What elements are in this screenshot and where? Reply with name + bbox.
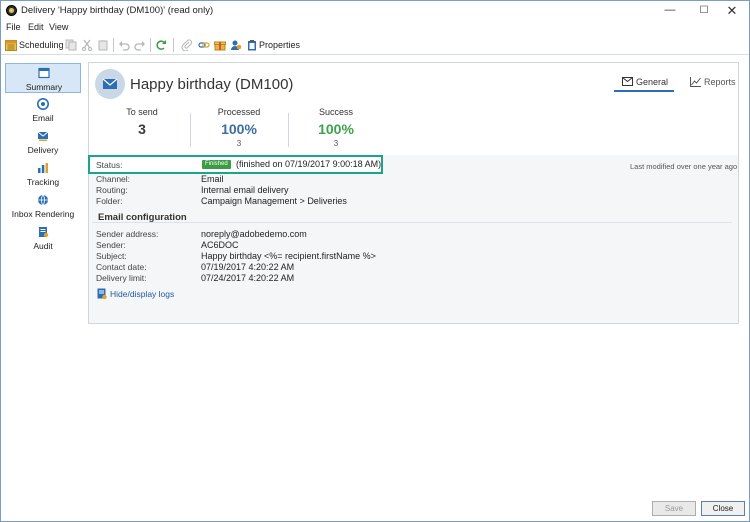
sender-address-value: noreply@adobedemo.com: [201, 229, 307, 239]
paste-icon[interactable]: [97, 39, 109, 51]
stat-label: Processed: [217, 107, 261, 117]
stat-processed: Processed 100% 3: [189, 107, 289, 148]
routing-value: Internal email delivery: [201, 185, 289, 195]
sidebar-item-email[interactable]: Email: [5, 95, 81, 125]
tab-label: Reports: [704, 77, 736, 87]
line-chart-icon: [690, 77, 701, 87]
stat-value: 100%: [318, 121, 354, 137]
sidebar-item-label: Tracking: [26, 177, 60, 187]
stat-value: 3: [138, 121, 146, 137]
menu-view[interactable]: View: [49, 22, 68, 32]
delivery-window: Delivery 'Happy birthday (DM100)' (read …: [0, 0, 750, 522]
status-row: Status: Finished (finished on 07/19/2017…: [88, 155, 383, 174]
app-logo-icon: [6, 5, 17, 16]
stat-success: Success 100% 3: [286, 107, 386, 148]
sender-value: AC6DOC: [201, 240, 239, 250]
undo-icon[interactable]: [118, 39, 130, 51]
routing-label: Routing:: [96, 185, 128, 195]
contact-date-value: 07/19/2017 4:20:22 AM: [201, 262, 295, 272]
toolbar-separator: [113, 38, 114, 52]
stat-count: 3: [333, 139, 339, 148]
envelope-icon: [102, 78, 118, 89]
contact-date-label: Contact date:: [96, 262, 147, 272]
summary-header: Happy birthday (DM100) General Reports T…: [89, 63, 738, 155]
status-badge: Finished: [202, 160, 231, 169]
log-icon: [97, 288, 107, 300]
channel-value: Email: [201, 174, 224, 184]
refresh-icon[interactable]: [155, 39, 167, 51]
cut-icon[interactable]: [81, 39, 93, 51]
sidebar-item-label: Email: [32, 113, 54, 123]
section-divider: [92, 222, 732, 223]
calendar-icon[interactable]: [5, 39, 17, 51]
toolbar: Scheduling Properties: [1, 35, 749, 55]
title-bar: Delivery 'Happy birthday (DM100)' (read …: [1, 1, 749, 20]
last-modified: Last modified over one year ago: [630, 162, 738, 171]
menu-file[interactable]: File: [6, 22, 21, 32]
user-settings-icon[interactable]: [230, 39, 242, 51]
window-title: Delivery 'Happy birthday (DM100)' (read …: [21, 5, 214, 16]
sidebar-item-label: Summary: [25, 82, 63, 92]
delivery-limit-label: Delivery limit:: [96, 273, 147, 283]
channel-label: Channel:: [96, 174, 131, 184]
save-button[interactable]: Save: [652, 501, 696, 516]
sidebar: Summary Email Delivery Tracking Inbox Re…: [3, 59, 83, 251]
copy-icon[interactable]: [65, 39, 77, 51]
close-window-button[interactable]: ✕: [715, 1, 749, 20]
sidebar-item-tracking[interactable]: Tracking: [5, 159, 81, 189]
sidebar-item-label: Delivery: [27, 145, 59, 155]
logs-link-label: Hide/display logs: [110, 289, 175, 299]
subject-value: Happy birthday <%= recipient.firstName %…: [201, 251, 376, 261]
tab-label: General: [636, 77, 669, 87]
gift-icon[interactable]: [214, 39, 226, 51]
delivery-avatar: [95, 69, 125, 99]
sidebar-item-label: Audit: [33, 241, 53, 251]
properties-button[interactable]: Properties: [259, 40, 300, 50]
scheduling-button[interactable]: Scheduling: [19, 40, 64, 50]
tracking-icon: [38, 163, 48, 173]
summary-icon: [38, 67, 50, 79]
delivery-limit-value: 07/24/2017 4:20:22 AM: [201, 273, 295, 283]
menu-bar: File Edit View: [1, 20, 749, 34]
clipboard-icon[interactable]: [246, 39, 258, 51]
tab-reports[interactable]: Reports: [682, 76, 738, 92]
summary-panel: Happy birthday (DM100) General Reports T…: [88, 62, 739, 324]
sidebar-item-inbox-rendering[interactable]: Inbox Rendering: [5, 191, 81, 221]
redo-icon[interactable]: [134, 39, 146, 51]
status-label: Status:: [96, 160, 123, 170]
subject-label: Subject:: [96, 251, 127, 261]
stat-count: 3: [236, 139, 242, 148]
stat-label: Success: [318, 107, 353, 117]
sidebar-item-delivery[interactable]: Delivery: [5, 127, 81, 157]
menu-edit[interactable]: Edit: [28, 22, 44, 32]
folder-label: Folder:: [96, 196, 123, 206]
page-title: Happy birthday (DM100): [130, 76, 294, 93]
tab-general[interactable]: General: [614, 76, 674, 92]
folder-value: Campaign Management > Deliveries: [201, 196, 347, 206]
sidebar-item-audit[interactable]: Audit: [5, 223, 81, 253]
close-button[interactable]: Close: [701, 501, 745, 516]
delivery-icon: [37, 131, 49, 141]
email-icon: [37, 98, 49, 110]
inbox-rendering-icon: [38, 194, 48, 206]
audit-icon: [39, 227, 49, 238]
link-icon[interactable]: [198, 39, 210, 51]
toolbar-separator: [173, 38, 174, 52]
envelope-icon: [622, 77, 633, 86]
attachment-icon[interactable]: [181, 39, 193, 51]
minimize-button[interactable]: —: [653, 1, 687, 20]
sidebar-item-summary[interactable]: Summary: [5, 63, 81, 93]
toolbar-separator: [150, 38, 151, 52]
stat-label: To send: [126, 107, 158, 117]
sender-address-label: Sender address:: [96, 229, 159, 239]
stat-value: 100%: [221, 121, 257, 137]
stat-to-send: To send 3: [92, 107, 192, 137]
status-text: (finished on 07/19/2017 9:00:18 AM): [236, 159, 382, 169]
sidebar-item-label: Inbox Rendering: [11, 209, 75, 219]
sender-label: Sender:: [96, 240, 126, 250]
